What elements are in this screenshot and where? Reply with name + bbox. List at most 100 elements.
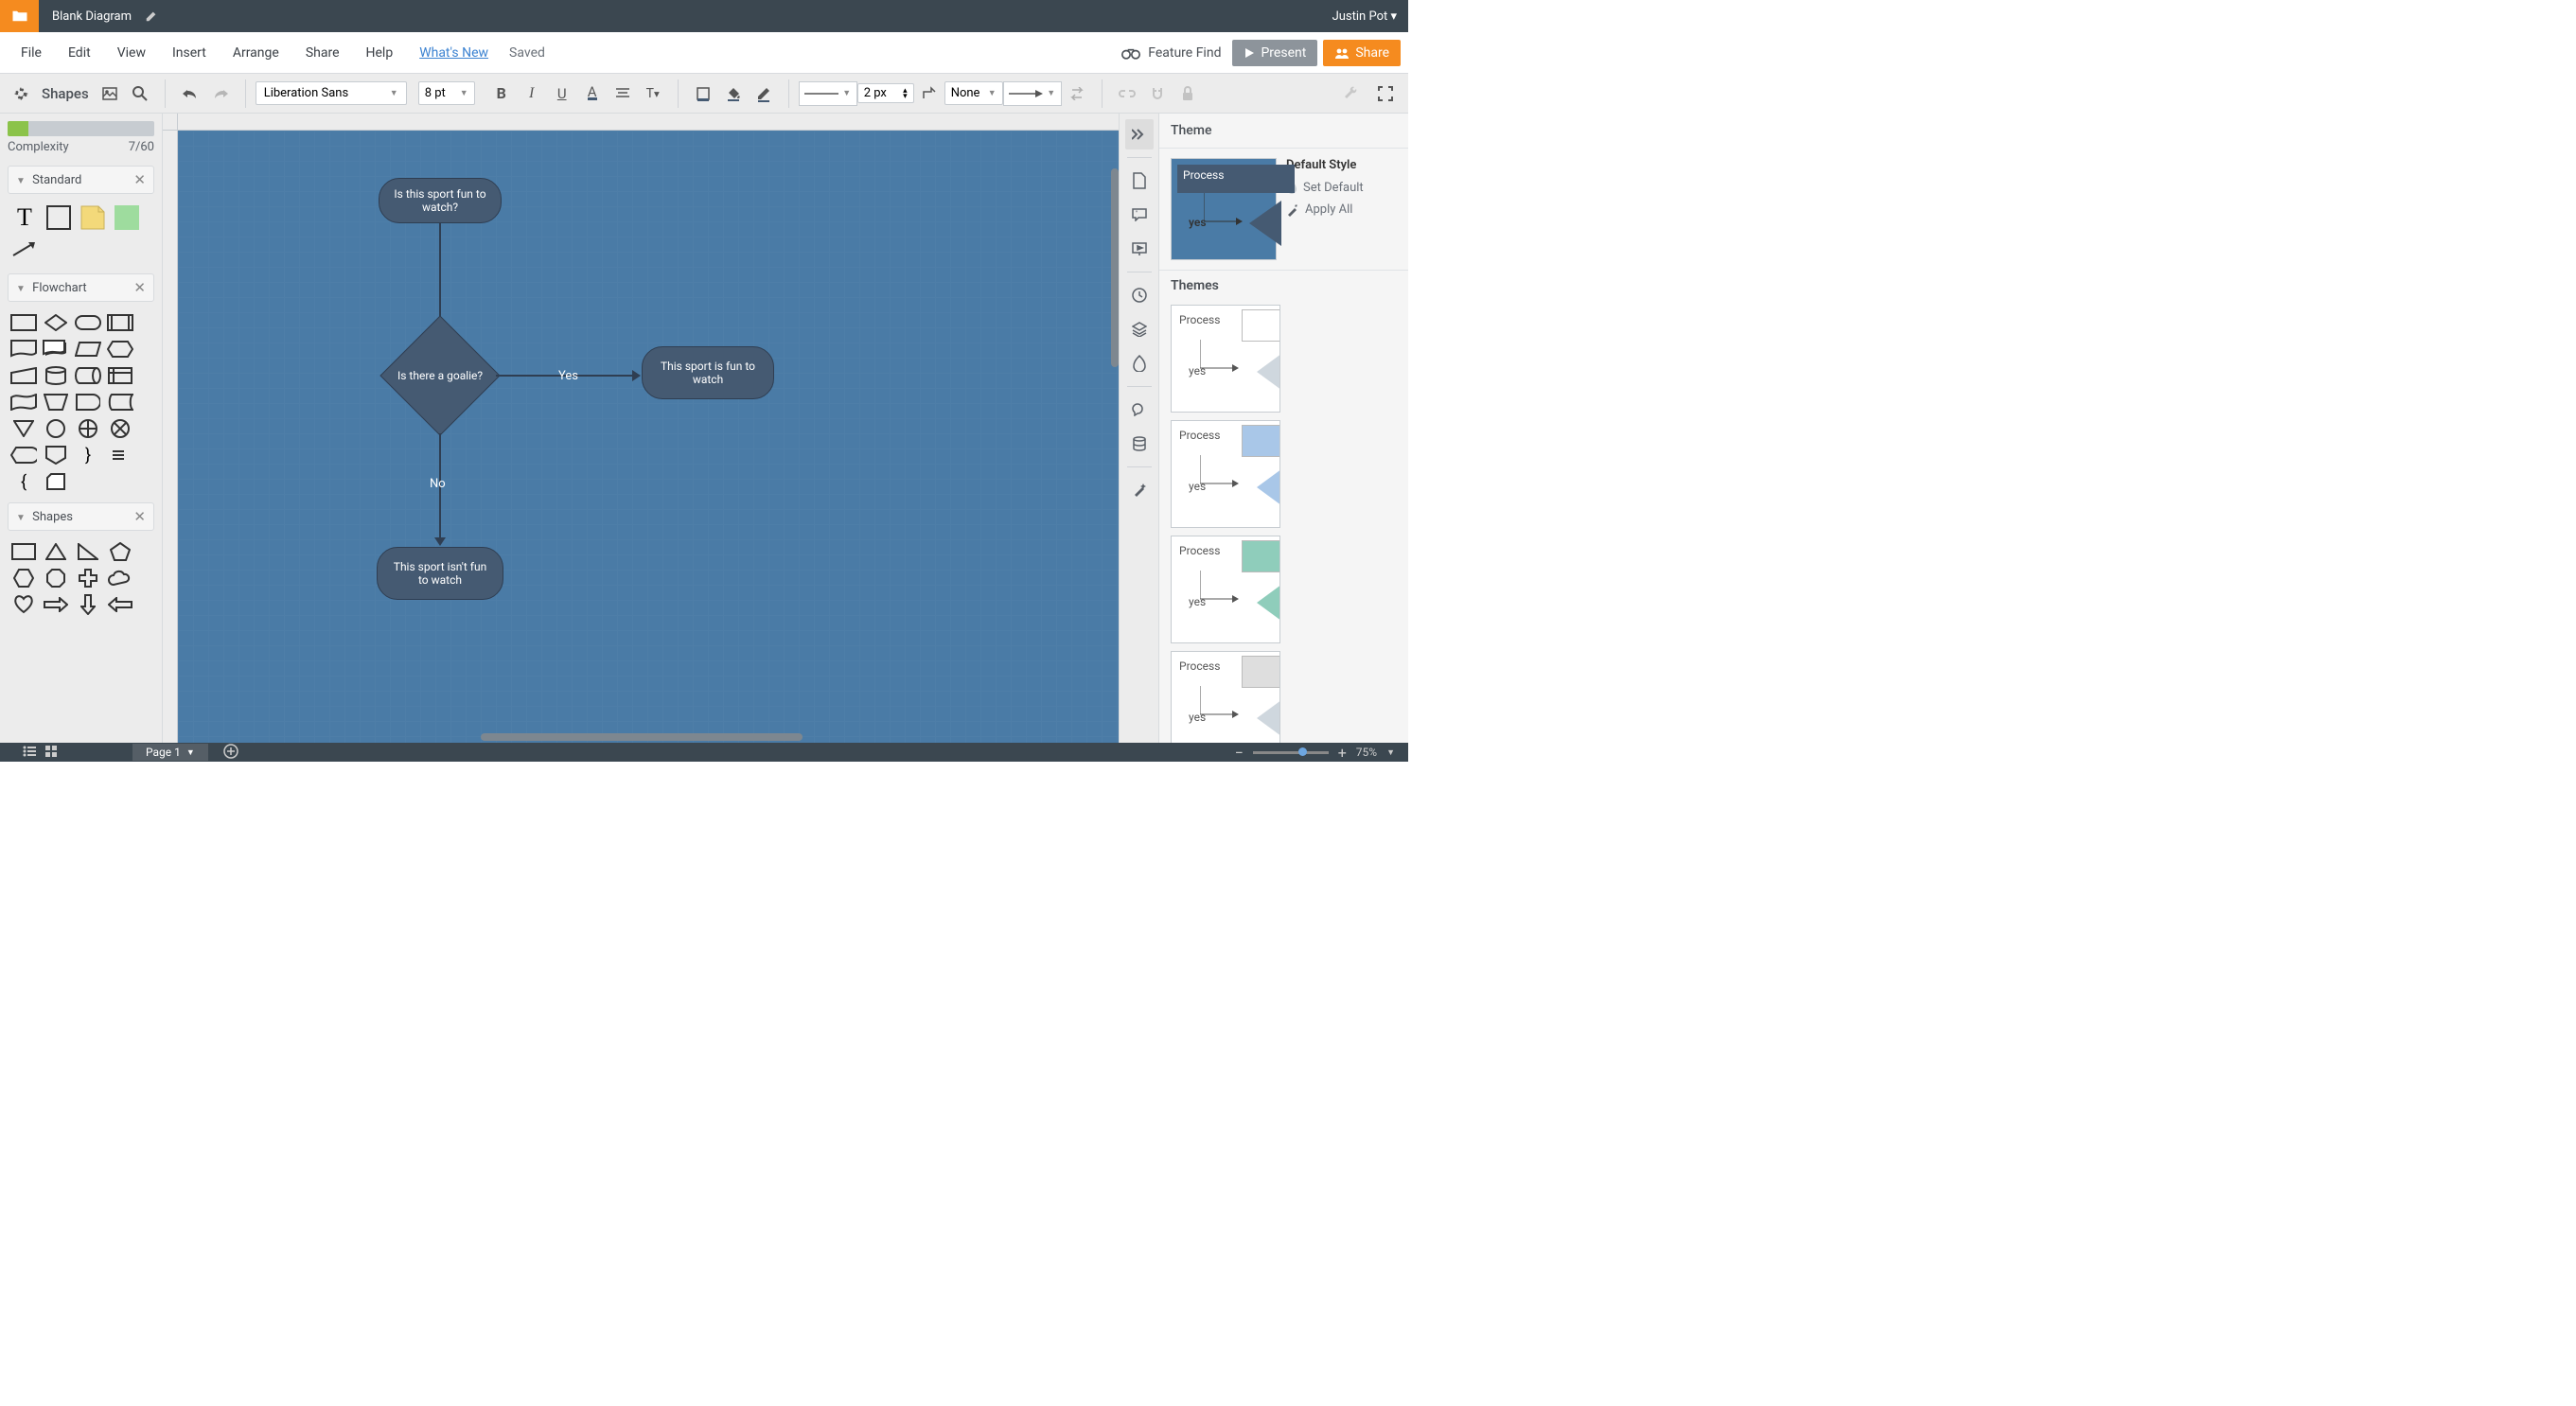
image-tool-icon[interactable] — [97, 80, 123, 107]
sh-triangle[interactable] — [42, 540, 70, 563]
line-route-icon[interactable] — [916, 80, 943, 107]
rail-page-icon[interactable] — [1125, 166, 1154, 196]
sh-heart[interactable] — [9, 593, 38, 616]
rail-comment-icon[interactable]: '' — [1125, 200, 1154, 230]
h-scrollbar[interactable] — [481, 733, 803, 741]
fc-brace-right[interactable]: } — [74, 444, 102, 466]
undo-icon[interactable] — [177, 80, 203, 107]
fc-or[interactable] — [74, 417, 102, 440]
sh-cross[interactable] — [74, 567, 102, 589]
rail-magic-icon[interactable] — [1125, 475, 1154, 505]
doc-title[interactable]: Blank Diagram — [52, 9, 132, 24]
wrench-icon[interactable] — [1338, 80, 1365, 107]
sh-hexagon[interactable] — [9, 567, 38, 589]
rail-layers-icon[interactable] — [1125, 314, 1154, 344]
text-color-icon[interactable]: A — [579, 80, 606, 107]
fc-card[interactable] — [42, 470, 70, 493]
link-icon[interactable] — [1114, 80, 1140, 107]
block-shape[interactable] — [112, 203, 142, 232]
font-select[interactable]: Liberation Sans▼ — [256, 81, 407, 105]
present-button[interactable]: Present — [1232, 40, 1317, 66]
swap-ends-icon[interactable] — [1064, 80, 1090, 107]
sh-arrow-down[interactable] — [74, 593, 102, 616]
fc-data[interactable] — [74, 338, 102, 360]
close-icon[interactable]: ✕ — [133, 279, 146, 296]
theme-card-1[interactable]: Processyes — [1171, 420, 1280, 528]
rail-history-icon[interactable] — [1125, 280, 1154, 310]
fc-brace-left[interactable]: { — [9, 470, 38, 493]
fc-connector[interactable] — [42, 417, 70, 440]
fc-display[interactable] — [9, 444, 38, 466]
menu-view[interactable]: View — [104, 40, 159, 66]
fc-decision[interactable] — [42, 311, 70, 334]
whats-new-link[interactable]: What's New — [406, 40, 502, 66]
canvas[interactable]: Is this sport fun to watch? Is there a g… — [178, 131, 1119, 743]
sh-pentagon[interactable] — [106, 540, 134, 563]
arrow-shape[interactable] — [9, 236, 40, 264]
panel-shapes[interactable]: ▼ Shapes ✕ — [8, 502, 154, 531]
border-color-icon[interactable] — [750, 80, 777, 107]
theme-card-2[interactable]: Processyes — [1171, 536, 1280, 643]
rect-shape[interactable] — [44, 203, 74, 232]
fc-terminator[interactable] — [74, 311, 102, 334]
note-shape[interactable] — [78, 203, 108, 232]
panel-standard[interactable]: ▼ Standard ✕ — [8, 166, 154, 194]
outline-view-icon[interactable] — [23, 746, 36, 760]
underline-icon[interactable]: U — [549, 80, 575, 107]
font-size-select[interactable]: 8 pt▼ — [418, 81, 475, 105]
node-yes-result[interactable]: This sport is fun to watch — [642, 346, 774, 399]
fc-stored-data[interactable] — [106, 391, 134, 413]
zoom-value[interactable]: 75% — [1356, 746, 1377, 759]
bold-icon[interactable]: B — [488, 80, 515, 107]
bucket-fill-icon[interactable] — [720, 80, 747, 107]
fc-note-lines[interactable] — [106, 444, 134, 466]
italic-icon[interactable]: I — [519, 80, 545, 107]
sh-rect[interactable] — [9, 540, 38, 563]
grid-view-icon[interactable] — [45, 746, 57, 760]
sh-arrow-left[interactable] — [106, 593, 134, 616]
fc-database[interactable] — [42, 364, 70, 387]
menu-insert[interactable]: Insert — [159, 40, 220, 66]
menu-edit[interactable]: Edit — [55, 40, 104, 66]
lock-icon[interactable] — [1174, 80, 1201, 107]
fc-manual-input[interactable] — [9, 364, 38, 387]
v-scrollbar[interactable] — [1111, 168, 1119, 367]
apply-all-button[interactable]: Apply All — [1286, 202, 1364, 217]
rail-present-icon[interactable] — [1125, 234, 1154, 264]
fc-process[interactable] — [9, 311, 38, 334]
node-no-result[interactable]: This sport isn't fun to watch — [377, 547, 503, 600]
line-style-select[interactable]: ▼ — [799, 81, 857, 106]
zoom-out-icon[interactable]: − — [1235, 744, 1244, 762]
node-start[interactable]: Is this sport fun to watch? — [379, 178, 502, 223]
stroke-width-select[interactable]: 2 px▴▾ — [857, 83, 914, 103]
fc-offpage[interactable] — [42, 444, 70, 466]
line-start-select[interactable]: None▼ — [944, 81, 1003, 105]
set-default-button[interactable]: Set Default — [1286, 180, 1364, 195]
magnet-icon[interactable] — [1144, 80, 1171, 107]
fc-document[interactable] — [9, 338, 38, 360]
share-button[interactable]: Share — [1323, 40, 1401, 66]
sh-arrow-right[interactable] — [42, 593, 70, 616]
fc-delay[interactable] — [74, 391, 102, 413]
menu-file[interactable]: File — [8, 40, 55, 66]
fc-summing[interactable] — [106, 417, 134, 440]
fc-predefined[interactable] — [106, 311, 134, 334]
fullscreen-icon[interactable] — [1372, 80, 1399, 107]
folder-icon[interactable] — [0, 0, 39, 32]
rail-expand-icon[interactable] — [1125, 119, 1154, 149]
text-options-icon[interactable]: T▾ — [640, 80, 666, 107]
fc-direct-data[interactable] — [74, 364, 102, 387]
menu-share[interactable]: Share — [292, 40, 353, 66]
feature-find[interactable]: Feature Find — [1121, 45, 1221, 61]
fc-hexagon[interactable] — [106, 338, 134, 360]
rail-data-icon[interactable] — [1125, 429, 1154, 459]
fc-merge[interactable] — [9, 417, 38, 440]
menu-arrange[interactable]: Arrange — [220, 40, 292, 66]
sh-octagon[interactable] — [42, 567, 70, 589]
edge-start-decision[interactable] — [439, 223, 441, 324]
align-icon[interactable] — [609, 80, 636, 107]
canvas-area[interactable]: Is this sport fun to watch? Is there a g… — [163, 114, 1119, 743]
sh-cloud[interactable] — [106, 567, 134, 589]
fc-multidoc[interactable] — [42, 338, 70, 360]
line-end-select[interactable]: ▼ — [1003, 81, 1062, 106]
